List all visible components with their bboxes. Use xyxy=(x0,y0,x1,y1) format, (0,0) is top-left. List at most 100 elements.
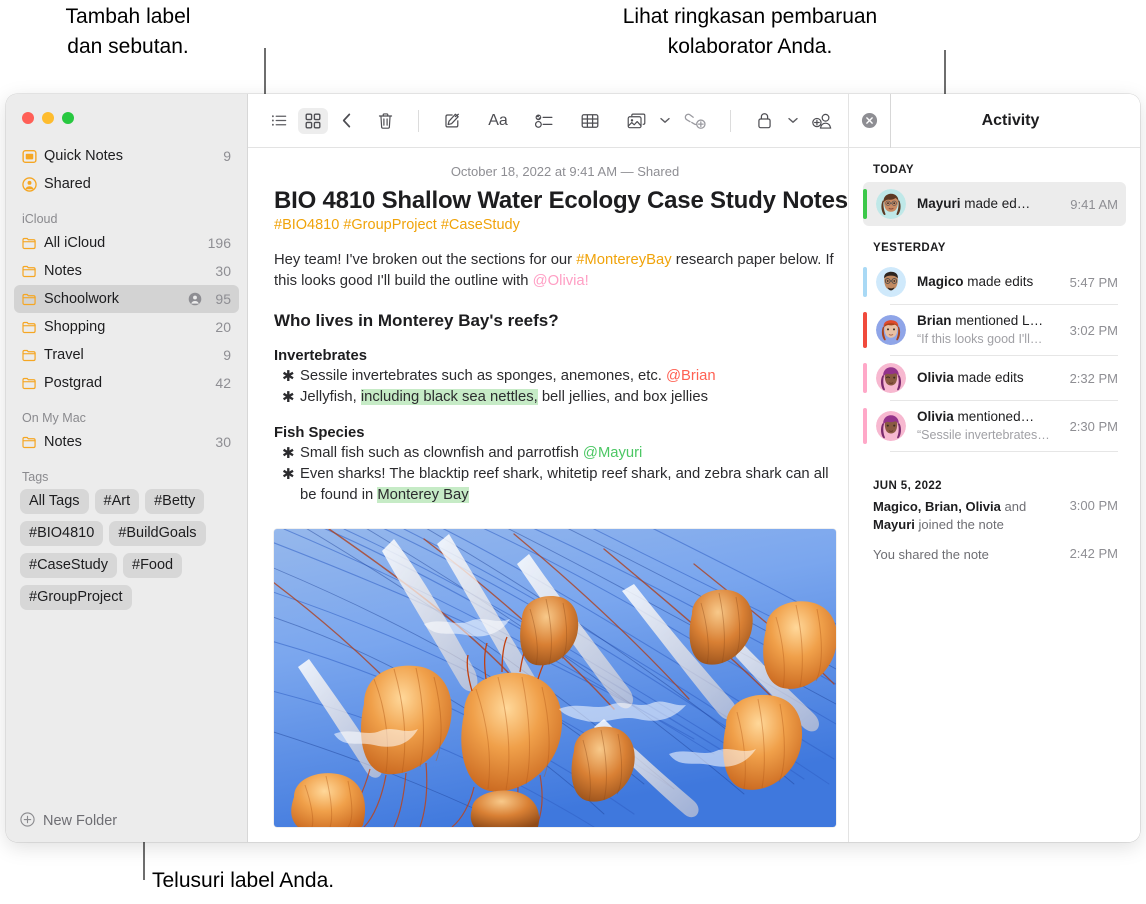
sidebar-item-count: 95 xyxy=(215,291,231,307)
bullet-text-b: bell jellies, and box jellies xyxy=(537,389,708,405)
sidebar-item-label: Notes xyxy=(44,263,82,279)
activity-footer-names: Magico, Brian, Olivia xyxy=(873,499,1001,514)
mention-brian[interactable]: @Brian xyxy=(666,368,716,384)
activity-footer-tail: joined the note xyxy=(914,517,1004,532)
note-intro-paragraph: Hey team! I've broken out the sections f… xyxy=(274,250,834,292)
callout-top-left: Tambah label dan sebutan. xyxy=(65,5,191,58)
tag-food[interactable]: #Food xyxy=(123,553,183,578)
list-item: ✱ Jellyfish, including black sea nettles,… xyxy=(274,387,847,408)
sidebar-item-notes-icloud[interactable]: Notes 30 xyxy=(14,257,239,285)
tag-casestudy[interactable]: #CaseStudy xyxy=(20,553,117,578)
activity-item-olivia-mention[interactable]: Olivia mentioned… “Sessile invertebrates… xyxy=(863,401,1126,451)
tag-betty[interactable]: #Betty xyxy=(145,489,205,514)
table-icon[interactable] xyxy=(575,108,605,134)
sidebar-item-notes-local[interactable]: Notes 30 xyxy=(14,428,239,456)
avatar xyxy=(876,411,906,441)
folder-icon xyxy=(22,237,44,250)
link-add-icon[interactable] xyxy=(678,108,712,134)
activity-item-magico-edits[interactable]: Magico made edits 5:47 PM xyxy=(863,260,1126,304)
sidebar-item-shared[interactable]: Shared xyxy=(14,170,239,198)
media-icon[interactable] xyxy=(621,108,651,134)
activity-item-name: Magico xyxy=(917,274,964,289)
list-item: ✱ Sessile invertebrates such as sponges, … xyxy=(274,366,847,387)
intro-mention-olivia[interactable]: @Olivia! xyxy=(533,273,589,289)
sidebar-item-postgrad[interactable]: Postgrad 42 xyxy=(14,369,239,397)
note-date: October 18, 2022 at 9:41 AM — Shared xyxy=(450,164,680,179)
activity-item-name: Olivia xyxy=(917,409,954,424)
window-traffic-lights xyxy=(22,112,74,124)
chevron-down-icon[interactable] xyxy=(788,117,798,124)
intro-text-a: Hey team! I've broken out the sections f… xyxy=(274,252,577,268)
note-list-fish-species: ✱ Small fish such as clownfish and parrot… xyxy=(274,443,848,506)
sidebar-item-label: Travel xyxy=(44,347,84,363)
sidebar-section-header-on-my-mac: On My Mac xyxy=(22,411,86,425)
zoom-window-button[interactable] xyxy=(62,112,74,124)
lock-menu[interactable] xyxy=(741,108,798,134)
activity-item-name: Mayuri xyxy=(917,196,961,211)
list-view-icon[interactable] xyxy=(264,108,294,134)
activity-item-mayuri-edits[interactable]: Mayuri made ed… 9:41 AM xyxy=(863,182,1126,226)
sidebar-item-count: 30 xyxy=(215,434,231,450)
lock-icon[interactable] xyxy=(749,108,779,134)
activity-item-action: mentioned… xyxy=(953,409,1035,424)
add-collaborator-icon[interactable] xyxy=(806,108,838,134)
activity-group-header-yesterday: YESTERDAY xyxy=(873,242,946,254)
trash-icon[interactable] xyxy=(370,108,400,134)
activity-footer-text: You shared the note xyxy=(873,547,989,562)
close-icon[interactable] xyxy=(861,112,878,129)
activity-color-bar xyxy=(863,312,867,348)
tag-buildgoals[interactable]: #BuildGoals xyxy=(109,521,206,546)
note-content[interactable]: October 18, 2022 at 9:41 AM — Shared BIO… xyxy=(248,148,848,842)
note-scroll-area: October 18, 2022 at 9:41 AM — Shared BIO… xyxy=(248,148,848,842)
sidebar-section-header-tags: Tags xyxy=(22,470,49,484)
avatar xyxy=(876,267,906,297)
tag-browser: All Tags #Art #Betty #BIO4810 #BuildGoal… xyxy=(6,487,247,610)
activity-color-bar xyxy=(863,267,867,297)
mention-mayuri[interactable]: @Mayuri xyxy=(583,445,642,461)
sidebar-scroll-area: Quick Notes 9 Shared iCloud All iCloud 1… xyxy=(6,94,247,800)
tag-bio4810[interactable]: #BIO4810 xyxy=(20,521,104,546)
format-aa-icon[interactable]: Aa xyxy=(483,108,513,134)
shared-person-icon xyxy=(22,176,44,192)
tag-all-tags[interactable]: All Tags xyxy=(20,489,89,514)
folder-icon xyxy=(22,377,44,390)
bullet-asterisk-icon: ✱ xyxy=(282,369,295,385)
note-subheading-invertebrates: Invertebrates xyxy=(274,348,367,364)
close-window-button[interactable] xyxy=(22,112,34,124)
sidebar-item-schoolwork[interactable]: Schoolwork 95 xyxy=(14,285,239,313)
media-menu[interactable] xyxy=(613,108,670,134)
list-item: ✱ Small fish such as clownfish and parrot… xyxy=(274,443,847,464)
activity-item-olivia-edits[interactable]: Olivia made edits 2:32 PM xyxy=(863,356,1126,400)
chevron-down-icon[interactable] xyxy=(660,117,670,124)
activity-item-time: 2:32 PM xyxy=(1069,370,1118,386)
minimize-window-button[interactable] xyxy=(42,112,54,124)
activity-item-brian-mention[interactable]: Brian mentioned L… “If this looks good I… xyxy=(863,305,1126,355)
toolbar: Aa xyxy=(248,94,923,148)
sidebar-item-travel[interactable]: Travel 9 xyxy=(14,341,239,369)
bullet-text-a: Sessile invertebrates such as sponges, a… xyxy=(300,368,667,384)
intro-hashtag-montereybay[interactable]: #MontereyBay xyxy=(576,252,671,268)
shared-folder-badge-icon xyxy=(188,292,202,306)
activity-item-text: Olivia mentioned… “Sessile invertebrates… xyxy=(917,408,1064,444)
sidebar-item-label: All iCloud xyxy=(44,235,106,251)
gallery-view-icon[interactable] xyxy=(298,107,328,134)
checklist-icon[interactable] xyxy=(529,108,559,134)
sidebar-item-count: 196 xyxy=(207,235,231,251)
tag-groupproject[interactable]: #GroupProject xyxy=(20,585,132,610)
sidebar-item-shopping[interactable]: Shopping 20 xyxy=(14,313,239,341)
bullet-asterisk-icon: ✱ xyxy=(282,390,295,406)
plus-circle-icon xyxy=(20,811,35,831)
jellyfish-photo[interactable] xyxy=(274,529,836,827)
sidebar-item-quick-notes[interactable]: Quick Notes 9 xyxy=(14,142,239,170)
activity-item-line1: Olivia made edits xyxy=(917,370,1024,385)
activity-item-text: Magico made edits xyxy=(917,273,1064,291)
back-chevron-icon[interactable] xyxy=(332,108,362,134)
activity-list: TODAY Mayuri made ed… 9:41 AM YESTERDAY … xyxy=(849,148,1140,842)
sidebar-item-label: Notes xyxy=(44,434,82,450)
compose-icon[interactable] xyxy=(437,108,467,134)
sidebar-item-count: 9 xyxy=(223,148,231,164)
new-folder-button[interactable]: New Folder xyxy=(6,800,247,842)
activity-footer-row-shared: You shared the note 2:42 PM xyxy=(873,546,1118,564)
sidebar-item-all-icloud[interactable]: All iCloud 196 xyxy=(14,229,239,257)
tag-art[interactable]: #Art xyxy=(94,489,140,514)
